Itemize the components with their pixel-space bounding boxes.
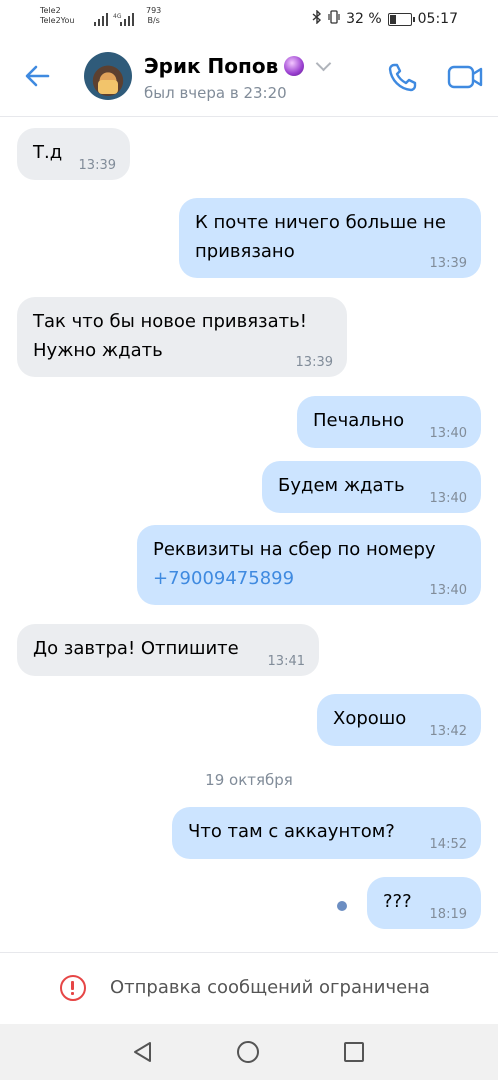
message-bubble-outgoing[interactable]: ??? 18:19	[367, 877, 481, 929]
message-text-line: Реквизиты на сбер по номеру	[153, 539, 436, 560]
message-time: 18:19	[429, 907, 467, 922]
speed-unit: B/s	[147, 16, 160, 25]
call-button[interactable]	[386, 60, 420, 94]
network-speed: 793 B/s	[146, 6, 161, 26]
contact-name-row[interactable]: Эрик Попов	[144, 54, 332, 78]
message-bubble-incoming[interactable]: Т.д 13:39	[17, 128, 130, 180]
nav-back-button[interactable]	[132, 1041, 154, 1067]
last-seen-status: был вчера в 23:20	[144, 84, 287, 102]
nav-home-button[interactable]	[237, 1041, 259, 1063]
video-call-button[interactable]	[446, 60, 484, 94]
triangle-back-icon	[134, 1042, 151, 1062]
message-bubble-outgoing[interactable]: К почте ничего больше не привязано 13:39	[179, 198, 481, 278]
restricted-notice: Отправка сообщений ограничена	[110, 977, 430, 998]
crystal-ball-emoji	[284, 56, 305, 76]
network-type: 4G	[113, 13, 122, 20]
nav-recents-button[interactable]	[344, 1042, 364, 1062]
battery-icon	[387, 12, 415, 26]
back-button[interactable]	[22, 60, 54, 92]
message-time: 13:39	[429, 256, 467, 271]
exclamation-circle-icon	[60, 975, 86, 1001]
unread-indicator	[337, 901, 347, 911]
carrier-2: Tele2You	[40, 16, 75, 25]
message-bubble-outgoing[interactable]: Будем ждать 13:40	[262, 461, 481, 513]
system-nav-bar	[0, 1024, 498, 1080]
bluetooth-icon	[312, 9, 322, 28]
phone-number-link[interactable]: +79009475899	[153, 564, 465, 593]
message-bubble-outgoing[interactable]: Хорошо 13:42	[317, 694, 481, 746]
contact-name: Эрик Попов	[144, 54, 279, 78]
carrier-1: Tele2	[40, 6, 61, 15]
message-bubble-outgoing[interactable]: Реквизиты на сбер по номеру +79009475899…	[137, 525, 481, 605]
message-time: 13:40	[429, 583, 467, 598]
video-camera-icon	[447, 65, 483, 89]
speed-value: 793	[146, 6, 162, 15]
phone-icon	[388, 63, 417, 92]
arrow-left-icon	[25, 65, 50, 87]
chevron-down-icon	[315, 55, 332, 71]
message-time: 13:41	[267, 654, 305, 669]
message-time: 13:39	[295, 355, 333, 370]
chat-header: Эрик Попов был вчера в 23:20	[0, 38, 498, 117]
messaging-restricted-bar: Отправка сообщений ограничена	[0, 952, 498, 1025]
message-bubble-incoming[interactable]: Так что бы новое привязать! Нужно ждать …	[17, 297, 347, 377]
vibrate-icon	[328, 10, 340, 28]
message-list[interactable]: Т.д 13:39 К почте ничего больше не привя…	[0, 117, 498, 952]
signal-icon: 4G	[94, 11, 138, 30]
status-right: 32 % 05:17	[312, 9, 458, 28]
message-bubble-incoming[interactable]: До завтра! Отпишите 13:41	[17, 624, 319, 676]
message-text-line: привязано	[195, 241, 295, 262]
message-text-line: Так что бы новое привязать!	[33, 311, 307, 332]
carrier-info: Tele2 Tele2You	[40, 6, 74, 26]
message-time: 13:42	[429, 724, 467, 739]
avatar[interactable]	[84, 52, 132, 100]
message-text-line: К почте ничего больше не	[195, 212, 446, 233]
message-text: До завтра! Отпишите	[33, 638, 239, 659]
message-text: Что там с аккаунтом?	[188, 821, 395, 842]
message-text-line: Нужно ждать	[33, 340, 163, 361]
message-time: 14:52	[429, 837, 467, 852]
message-time: 13:40	[429, 491, 467, 506]
clock: 05:17	[417, 11, 458, 27]
message-time: 13:39	[78, 158, 116, 173]
date-separator: 19 октября	[205, 771, 293, 789]
message-bubble-outgoing[interactable]: Что там с аккаунтом? 14:52	[172, 807, 481, 859]
status-bar: Tele2 Tele2You 4G 793 B/s 32 % 05:17	[0, 0, 498, 38]
message-time: 13:40	[429, 426, 467, 441]
message-bubble-outgoing[interactable]: Печально 13:40	[297, 396, 481, 448]
battery-percent: 32 %	[346, 11, 382, 27]
